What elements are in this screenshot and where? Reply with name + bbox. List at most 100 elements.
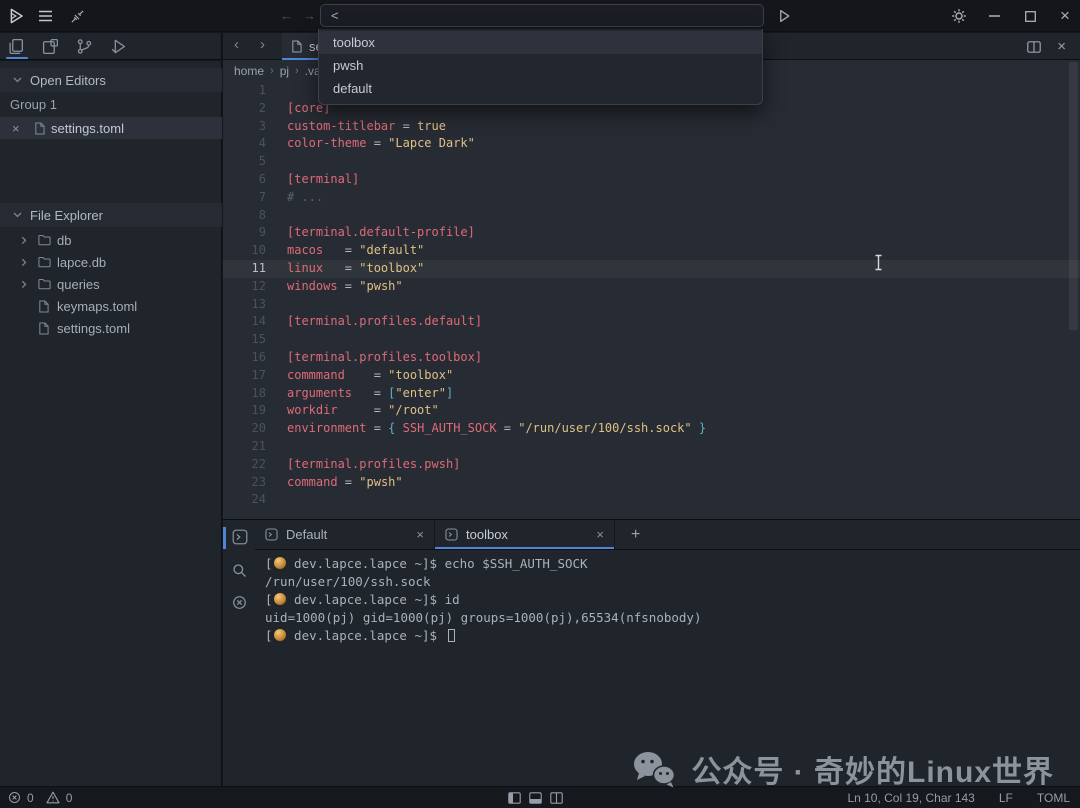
code-line-15[interactable]: 15 xyxy=(223,331,1080,349)
terminal-tab-label: toolbox xyxy=(466,527,588,542)
open-editors-header[interactable]: Open Editors xyxy=(0,68,222,92)
editor-forward-icon[interactable]: › xyxy=(260,36,265,53)
code-line-4[interactable]: 4color-theme = "Lapce Dark" xyxy=(223,135,1080,153)
line-content: [terminal] xyxy=(266,171,359,189)
line-number: 1 xyxy=(223,82,266,100)
menu-icon[interactable] xyxy=(38,10,53,22)
search-icon[interactable] xyxy=(232,563,247,578)
explorer-item-lapce.db[interactable]: lapce.db xyxy=(0,251,222,273)
code-line-5[interactable]: 5 xyxy=(223,153,1080,171)
code-line-18[interactable]: 18arguments = ["enter"] xyxy=(223,385,1080,403)
code-line-24[interactable]: 24 xyxy=(223,491,1080,509)
line-content xyxy=(266,207,287,225)
line-number: 17 xyxy=(223,367,266,385)
chevron-down-icon xyxy=(13,77,22,83)
warning-icon[interactable] xyxy=(46,791,60,804)
explorer-item-queries[interactable]: queries xyxy=(0,273,222,295)
breadcrumb-separator: › xyxy=(270,65,274,77)
open-editor-item[interactable]: × settings.toml xyxy=(0,117,222,139)
code-line-20[interactable]: 20environment = { SSH_AUTH_SOCK = "/run/… xyxy=(223,420,1080,438)
gear-icon[interactable] xyxy=(951,8,967,24)
line-content: [terminal.profiles.toolbox] xyxy=(266,349,482,367)
file-icon xyxy=(38,322,49,335)
line-number: 4 xyxy=(223,135,266,153)
panel-right-icon[interactable] xyxy=(550,792,563,804)
code-line-11[interactable]: 11linux = "toolbox" xyxy=(223,260,1080,278)
file-explorer-list: db lapce.dbquerieskeymaps.tomlsettings.to… xyxy=(0,229,222,339)
panel-left-icon[interactable] xyxy=(508,792,521,804)
code-line-13[interactable]: 13 xyxy=(223,296,1080,314)
terminal-tab-Default[interactable]: Default× xyxy=(255,520,435,549)
code-line-12[interactable]: 12windows = "pwsh" xyxy=(223,278,1080,296)
command-palette-dropdown: toolboxpwshdefault xyxy=(318,29,763,105)
nav-forward-icon[interactable]: → xyxy=(303,8,316,23)
code-line-3[interactable]: 3custom-titlebar = true xyxy=(223,118,1080,136)
layout-icon[interactable] xyxy=(42,38,59,55)
code-line-19[interactable]: 19workdir = "/root" xyxy=(223,402,1080,420)
maximize-button[interactable] xyxy=(1017,0,1043,32)
open-editors-icon[interactable] xyxy=(8,38,25,55)
line-content: [terminal.profiles.default] xyxy=(266,313,482,331)
code-line-16[interactable]: 16[terminal.profiles.toolbox] xyxy=(223,349,1080,367)
editor-scrollbar[interactable] xyxy=(1069,62,1078,330)
code-line-22[interactable]: 22[terminal.profiles.pwsh] xyxy=(223,456,1080,474)
file-explorer-title: File Explorer xyxy=(30,208,103,223)
cursor-position[interactable]: Ln 10, Col 19, Char 143 xyxy=(847,791,974,805)
explorer-item-settings.toml[interactable]: settings.toml xyxy=(0,317,222,339)
explorer-item-label: db xyxy=(57,233,71,248)
line-number: 14 xyxy=(223,313,266,331)
code-line-6[interactable]: 6[terminal] xyxy=(223,171,1080,189)
panel-bottom-icon[interactable] xyxy=(529,792,542,804)
code-editor[interactable]: 12[core]3custom-titlebar = true4color-th… xyxy=(223,82,1080,519)
minimize-button[interactable] xyxy=(981,0,1007,32)
new-terminal-button[interactable]: + xyxy=(615,520,656,549)
terminal-tab-toolbox[interactable]: toolbox × xyxy=(435,520,615,549)
command-palette-input[interactable]: < xyxy=(320,4,764,27)
debug-icon[interactable] xyxy=(110,38,127,55)
file-explorer-header[interactable]: File Explorer xyxy=(0,203,222,227)
wechat-icon xyxy=(631,749,677,789)
palette-item-pwsh[interactable]: pwsh xyxy=(319,54,762,77)
code-line-21[interactable]: 21 xyxy=(223,438,1080,456)
code-line-23[interactable]: 23command = "pwsh" xyxy=(223,474,1080,492)
code-line-8[interactable]: 8 xyxy=(223,207,1080,225)
line-content: linux = "toolbox" xyxy=(266,260,424,278)
code-line-14[interactable]: 14[terminal.profiles.default] xyxy=(223,313,1080,331)
editor-back-icon[interactable]: ‹ xyxy=(234,36,239,53)
run-icon[interactable] xyxy=(778,9,791,23)
terminal-icon[interactable] xyxy=(232,529,248,545)
disconnect-icon[interactable] xyxy=(70,9,85,24)
line-number: 6 xyxy=(223,171,266,189)
language-mode[interactable]: TOML xyxy=(1037,791,1070,805)
code-line-7[interactable]: 7# ... xyxy=(223,189,1080,207)
close-file-icon[interactable]: × xyxy=(12,121,26,136)
split-icon[interactable] xyxy=(1027,41,1041,53)
nav-back-icon[interactable]: ← xyxy=(280,8,293,23)
close-icon[interactable]: × xyxy=(596,527,604,542)
palette-item-toolbox[interactable]: toolbox xyxy=(319,31,762,54)
source-control-icon[interactable] xyxy=(76,38,93,55)
line-content xyxy=(266,491,287,509)
error-circle-icon[interactable] xyxy=(8,791,21,804)
terminal-icon xyxy=(265,528,278,541)
folder-icon xyxy=(38,234,51,246)
breadcrumb-segment[interactable]: home xyxy=(234,64,264,78)
close-panel-icon[interactable]: × xyxy=(1057,39,1066,54)
close-icon[interactable]: × xyxy=(416,527,424,542)
line-content: color-theme = "Lapce Dark" xyxy=(266,135,475,153)
close-button[interactable]: × xyxy=(1052,0,1078,32)
line-number: 21 xyxy=(223,438,266,456)
terminal-icon xyxy=(445,528,458,541)
code-line-17[interactable]: 17commmand = "toolbox" xyxy=(223,367,1080,385)
palette-item-default[interactable]: default xyxy=(319,77,762,100)
explorer-item-db[interactable]: db xyxy=(0,229,222,251)
error-circle-icon[interactable] xyxy=(232,595,247,610)
line-ending[interactable]: LF xyxy=(999,791,1013,805)
terminal-tabs: Default× toolbox × + xyxy=(255,520,1080,550)
chevron-right-icon xyxy=(20,280,28,289)
explorer-item-keymaps.toml[interactable]: keymaps.toml xyxy=(0,295,222,317)
code-line-10[interactable]: 10macos = "default" xyxy=(223,242,1080,260)
breadcrumb-segment[interactable]: pj xyxy=(280,64,289,78)
terminal-prompt-line: [ dev.lapce.lapce ~]$ xyxy=(265,627,1080,645)
code-line-9[interactable]: 9[terminal.default-profile] xyxy=(223,224,1080,242)
